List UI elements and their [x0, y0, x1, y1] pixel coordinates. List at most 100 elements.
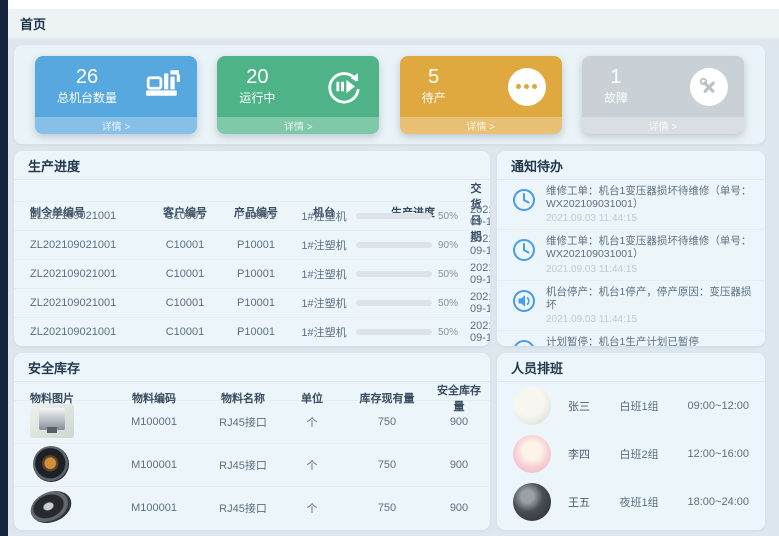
stat-card-standby[interactable]: 5 待产 详情 > — [400, 56, 562, 134]
machine-name: 1#注塑机 — [292, 266, 356, 282]
table-row: ZL202109021001 C10001 P10001 1#注塑机 50% 2… — [14, 317, 490, 346]
progress-label: 50% — [438, 269, 458, 280]
progress-track — [356, 213, 432, 219]
notification-body: 维修工单：机台1变压器损坏待维修（单号：WX202109031001） 2021… — [546, 185, 753, 224]
stat-value: 20 — [239, 65, 275, 90]
shift-time: 12:00~16:00 — [688, 448, 749, 460]
progress-label: 50% — [438, 298, 458, 309]
material-code: M100001 — [108, 502, 200, 514]
table-row: ZL202109021001 C10001 P10001 1#注塑机 90% 2… — [14, 230, 490, 259]
column-header: 物料编码 — [108, 390, 200, 406]
delivery-date: 2021-09-10 — [470, 204, 490, 228]
material-name: RJ45接口 — [200, 500, 286, 516]
customer-no: C10001 — [150, 297, 220, 309]
stat-card-text: 26 总机台数量 — [57, 65, 117, 106]
stat-card-running[interactable]: 20 运行中 详情 > — [217, 56, 379, 134]
stat-value: 26 — [57, 65, 117, 90]
column-header: 单位 — [286, 390, 338, 406]
delivery-date: 2021-09-10 — [470, 291, 490, 315]
material-photo-speaker-cone — [26, 485, 76, 529]
machine-name: 1#注塑机 — [292, 237, 356, 253]
product-no: P10001 — [220, 297, 292, 309]
speaker-icon — [511, 288, 537, 325]
notification-body: 机台停产：机台1停产，停产原因：变压器损坏 2021.09.03 11:44:1… — [546, 286, 753, 325]
panel-title: 生产进度 — [14, 151, 490, 180]
notification-body: 维修工单：机台1变压器损坏待维修（单号：WX202109031001） 2021… — [546, 235, 753, 274]
notification-text: 机台停产：机台1停产，停产原因：变压器损坏 — [546, 286, 753, 312]
stat-card-body: 5 待产 — [400, 56, 562, 106]
stat-card-body: 1 故障 — [582, 56, 744, 106]
notification-item[interactable]: 维修工单：机台1变压器损坏待维修（单号：WX202109031001） 2021… — [497, 180, 765, 229]
column-header: 安全库存量 — [436, 382, 482, 414]
order-no: ZL202109021001 — [30, 268, 150, 280]
progress-cell: 50% — [356, 327, 470, 338]
order-no: ZL202109021001 — [30, 297, 150, 309]
stat-card-fault[interactable]: 1 故障 详情 > — [582, 56, 744, 134]
person-name: 李四 — [568, 446, 619, 462]
machine-icon — [145, 68, 181, 103]
progress-track — [356, 271, 432, 277]
stat-card-text: 5 待产 — [422, 65, 446, 106]
stat-label: 总机台数量 — [57, 90, 117, 106]
stat-card-body: 20 运行中 — [217, 56, 379, 111]
fault-icon — [690, 68, 728, 106]
progress-cell: 50% — [356, 211, 470, 222]
shift-name: 夜班1组 — [619, 494, 687, 510]
progress-track — [356, 242, 432, 248]
safety-qty: 900 — [436, 502, 482, 514]
panel-title: 人员排班 — [497, 353, 765, 382]
stat-detail-link[interactable]: 详情 > — [582, 117, 744, 134]
progress-label: 50% — [438, 211, 458, 222]
notification-time: 2021.09.03 11:44:15 — [546, 213, 753, 224]
material-name: RJ45接口 — [200, 414, 286, 430]
order-no: ZL202109021001 — [30, 326, 150, 338]
running-icon — [325, 68, 363, 111]
notification-item[interactable]: 维修工单：机台1变压器损坏待维修（单号：WX202109031001） 2021… — [497, 229, 765, 279]
stat-card-body: 26 总机台数量 — [35, 56, 197, 106]
table-row: M100001 RJ45接口 个 750 900 — [14, 443, 490, 486]
material-photo-rj45 — [30, 404, 74, 438]
notification-time: 2021.09.03 11:44:15 — [546, 264, 753, 275]
machine-name: 1#注塑机 — [292, 208, 356, 224]
customer-no: C10001 — [150, 326, 220, 338]
clock-icon — [511, 187, 537, 224]
page-title: 首页 — [20, 14, 46, 33]
speaker-icon — [511, 338, 537, 346]
stock-qty: 750 — [338, 502, 436, 514]
stat-detail-link[interactable]: 详情 > — [400, 117, 562, 134]
material-photo-speaker — [33, 446, 69, 482]
material-code: M100001 — [108, 459, 200, 471]
stat-card-text: 1 故障 — [604, 65, 628, 106]
standby-icon — [508, 68, 546, 106]
notification-text: 维修工单：机台1变压器损坏待维修（单号：WX202109031001） — [546, 235, 753, 261]
progress-track — [356, 300, 432, 306]
panel-title: 安全库存 — [14, 353, 490, 382]
stat-value: 5 — [422, 65, 446, 90]
stat-label: 运行中 — [239, 90, 275, 106]
stats-panel: 26 总机台数量 — [14, 45, 765, 144]
notification-item[interactable]: 计划暂停：机台1生产计划已暂停 2021.09.03 11:44:15 — [497, 330, 765, 346]
delivery-date: 2021-09-10 — [470, 262, 490, 286]
dashboard-app: 首页 26 总机台数量 — [0, 0, 779, 536]
delivery-date: 2021-09-10 — [470, 233, 490, 257]
schedule-row: 王五 夜班1组 18:00~24:00 — [497, 478, 765, 526]
delivery-date: 2021-09-10 — [470, 320, 490, 344]
avatar — [513, 483, 551, 521]
notification-item[interactable]: 机台停产：机台1停产，停产原因：变压器损坏 2021.09.03 11:44:1… — [497, 280, 765, 330]
stat-label: 待产 — [422, 90, 446, 106]
stat-detail-link[interactable]: 详情 > — [217, 117, 379, 134]
stat-detail-link[interactable]: 详情 > — [35, 117, 197, 134]
notification-body: 计划暂停：机台1生产计划已暂停 2021.09.03 11:44:15 — [546, 336, 699, 346]
column-header: 库存现有量 — [338, 390, 436, 406]
panel-grid: 生产进度 制令单编号 客户编号 产品编号 机台 生产进度 交货日期 ZL2021… — [14, 151, 765, 530]
progress-cell: 90% — [356, 240, 470, 251]
shift-time: 18:00~24:00 — [688, 496, 749, 508]
table-row: M100001 RJ45接口 个 750 900 — [14, 400, 490, 443]
safety-qty: 900 — [436, 459, 482, 471]
product-no: P10001 — [220, 268, 292, 280]
order-no: ZL202109021001 — [30, 210, 150, 222]
production-progress-panel: 生产进度 制令单编号 客户编号 产品编号 机台 生产进度 交货日期 ZL2021… — [14, 151, 490, 346]
table-header-row: 制令单编号 客户编号 产品编号 机台 生产进度 交货日期 — [14, 180, 490, 201]
table-row: M100001 RJ45接口 个 750 900 — [14, 486, 490, 529]
stat-card-total-machines[interactable]: 26 总机台数量 — [35, 56, 197, 134]
